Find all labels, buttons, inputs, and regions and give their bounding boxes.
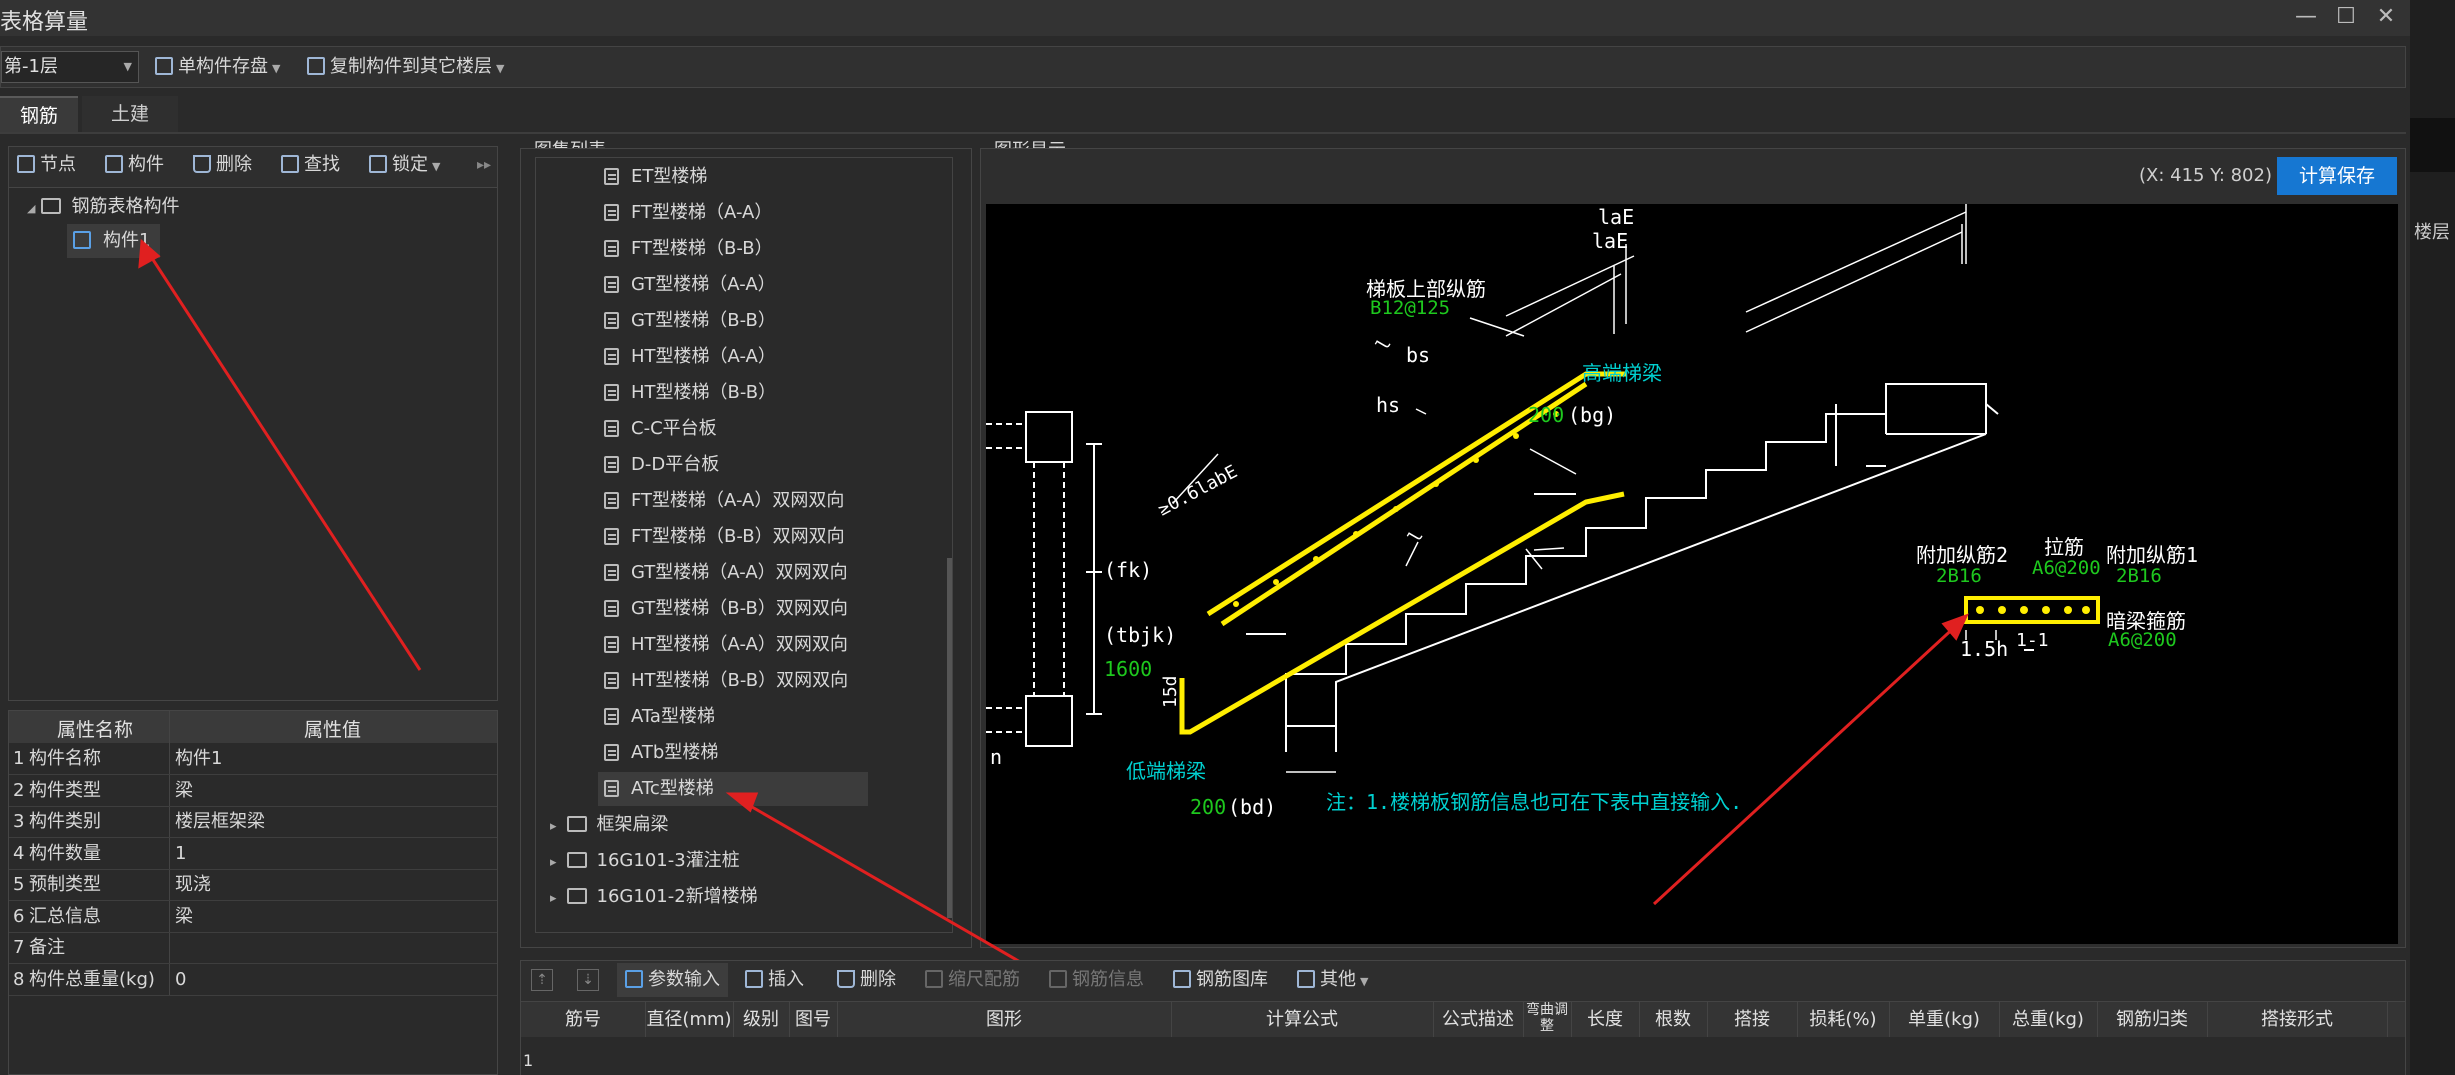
grid-header-cell[interactable]: 直径(mm) xyxy=(645,1002,734,1038)
move-up-icon[interactable]: ⇡ xyxy=(531,969,553,991)
grid-header-cell[interactable]: 单重(kg) xyxy=(1889,1002,2000,1038)
grid-header-cell[interactable]: 图形 xyxy=(837,1002,1172,1038)
grid-header-cell[interactable]: 总重(kg) xyxy=(1999,1002,2098,1038)
grid-toolbar: ⇡ ⇣ 参数输入 插入 删除 缩尺配筋 钢筋信息 钢筋图库 其他 ▼ xyxy=(521,961,2405,1001)
rebar-info-button[interactable]: 钢筋信息 xyxy=(1049,963,1144,997)
rebar-library-button[interactable]: 钢筋图库 xyxy=(1173,963,1268,997)
insert-icon xyxy=(745,970,763,988)
trash-icon xyxy=(837,970,855,988)
other-button[interactable]: 其他 ▼ xyxy=(1297,963,1368,997)
library-icon xyxy=(1173,970,1191,988)
grid-header-cell[interactable]: 搭接形式 xyxy=(2207,1002,2388,1038)
grid-row-number: 1 xyxy=(523,1051,534,1070)
grid-header-cell[interactable]: 长度 xyxy=(1571,1002,1640,1038)
grid-header-cell[interactable]: 级别 xyxy=(733,1002,790,1038)
param-input-button[interactable]: 参数输入 xyxy=(617,963,728,997)
grid-delete-label: 删除 xyxy=(860,969,896,990)
other-icon xyxy=(1297,970,1315,988)
insert-button[interactable]: 插入 xyxy=(745,963,804,997)
grid-header-cell[interactable]: 根数 xyxy=(1639,1002,1708,1038)
chevron-down-icon: ▼ xyxy=(1360,975,1369,988)
rebar-info-label: 钢筋信息 xyxy=(1072,969,1144,990)
insert-label: 插入 xyxy=(768,969,804,990)
scale-rebar-label: 缩尺配筋 xyxy=(948,969,1020,990)
grid-body: 1 xyxy=(521,1037,2405,1075)
grid-header-row: 筋号 直径(mm) 级别 图号 图形 计算公式 公式描述 弯曲调整 长度 根数 搭接 损耗(%) 单重(… xyxy=(521,1001,2405,1038)
scale-icon xyxy=(925,970,943,988)
other-label: 其他 xyxy=(1320,969,1356,990)
param-input-label: 参数输入 xyxy=(648,969,720,990)
grid-header-cell[interactable]: 弯曲调整 xyxy=(1523,1002,1572,1038)
move-down-icon[interactable]: ⇣ xyxy=(577,969,599,991)
grid-header-cell[interactable]: 筋号 xyxy=(521,1002,646,1038)
grid-header-cell[interactable]: 钢筋归类 xyxy=(2097,1002,2208,1038)
grid-header-cell[interactable]: 计算公式 xyxy=(1171,1002,1434,1038)
scale-rebar-button[interactable]: 缩尺配筋 xyxy=(925,963,1020,997)
param-icon xyxy=(625,970,643,988)
info-icon xyxy=(1049,970,1067,988)
grid-delete-button[interactable]: 删除 xyxy=(837,963,896,997)
grid-header-cell[interactable]: 搭接 xyxy=(1707,1002,1798,1038)
grid-header-cell[interactable]: 损耗(%) xyxy=(1797,1002,1890,1038)
grid-header-cell[interactable]: 图号 xyxy=(789,1002,838,1038)
rebar-library-label: 钢筋图库 xyxy=(1196,969,1268,990)
overlay-arrows xyxy=(138,238,1061,987)
arrow-to-atc xyxy=(725,792,1061,987)
arrow-to-component xyxy=(138,238,422,671)
rebar-grid-panel: ⇡ ⇣ 参数输入 插入 删除 缩尺配筋 钢筋信息 钢筋图库 其他 ▼ 筋号 直径(m… xyxy=(520,960,2406,1075)
grid-header-cell[interactable]: 公式描述 xyxy=(1433,1002,1524,1038)
